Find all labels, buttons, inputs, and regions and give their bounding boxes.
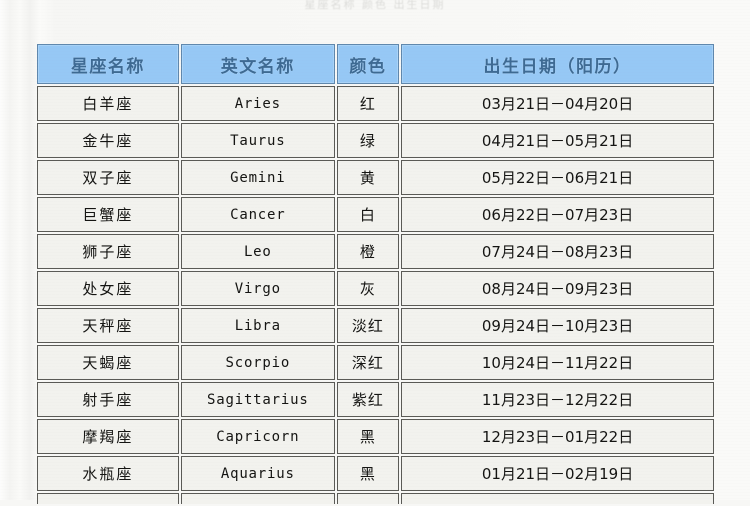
cell-birth-date: 01月21日－02月19日 [401,456,714,491]
cell-color: 灰 [336,271,400,306]
zodiac-table: 星座名称 英文名称 颜色 出生日期（阳历） 白羊座 Aries 红 03月21日… [35,42,716,506]
cell-english-name: Aries [180,86,335,121]
cell-zodiac-name: 天蝎座 [37,345,179,380]
table-body: 白羊座 Aries 红 03月21日－04月20日 金牛座 Taurus 绿 0… [37,86,714,504]
cell-color: 红 [336,86,400,121]
cell-color [336,493,400,504]
table-row: 水瓶座 Aquarius 黑 01月21日－02月19日 [37,456,714,491]
table-row: 白羊座 Aries 红 03月21日－04月20日 [37,86,714,121]
cell-english-name: Cancer [180,197,335,232]
cell-birth-date: 11月23日－12月22日 [401,382,714,417]
cell-zodiac-name: 水瓶座 [37,456,179,491]
cell-birth-date: 05月22日－06月21日 [401,160,714,195]
cell-zodiac-name: 狮子座 [37,234,179,269]
table-row: 狮子座 Leo 橙 07月24日－08月23日 [37,234,714,269]
cell-birth-date: 08月24日－09月23日 [401,271,714,306]
table-row: 射手座 Sagittarius 紫红 11月23日－12月22日 [37,382,714,417]
cell-zodiac-name: 巨蟹座 [37,197,179,232]
zodiac-table-container: 星座名称 英文名称 颜色 出生日期（阳历） 白羊座 Aries 红 03月21日… [35,42,716,506]
cropped-top-text-artifact: 星座名称 颜色 出生日期 [304,0,446,10]
table-row-cut-off [37,493,714,504]
cell-color: 黑 [336,456,400,491]
cell-birth-date: 06月22日－07月23日 [401,197,714,232]
cell-color: 橙 [336,234,400,269]
cell-color: 黄 [336,160,400,195]
cell-english-name: Sagittarius [180,382,335,417]
cell-english-name [180,493,335,504]
table-row: 巨蟹座 Cancer 白 06月22日－07月23日 [37,197,714,232]
table-row: 天蝎座 Scorpio 深红 10月24日－11月22日 [37,345,714,380]
cell-color: 淡红 [336,308,400,343]
cell-zodiac-name [37,493,179,504]
cell-birth-date: 03月21日－04月20日 [401,86,714,121]
table-row: 处女座 Virgo 灰 08月24日－09月23日 [37,271,714,306]
cell-birth-date [401,493,714,504]
column-header-english-name: 英文名称 [180,44,335,84]
cell-zodiac-name: 处女座 [37,271,179,306]
cell-english-name: Aquarius [180,456,335,491]
cell-zodiac-name: 摩羯座 [37,419,179,454]
cell-english-name: Capricorn [180,419,335,454]
table-row: 天秤座 Libra 淡红 09月24日－10月23日 [37,308,714,343]
cell-color: 深红 [336,345,400,380]
column-header-birth-date: 出生日期（阳历） [401,44,714,84]
cell-zodiac-name: 金牛座 [37,123,179,158]
cell-zodiac-name: 射手座 [37,382,179,417]
cell-color: 黑 [336,419,400,454]
cell-color: 紫红 [336,382,400,417]
cell-english-name: Taurus [180,123,335,158]
cell-birth-date: 10月24日－11月22日 [401,345,714,380]
column-header-color: 颜色 [336,44,400,84]
cell-zodiac-name: 双子座 [37,160,179,195]
cell-english-name: Scorpio [180,345,335,380]
cell-zodiac-name: 天秤座 [37,308,179,343]
table-header: 星座名称 英文名称 颜色 出生日期（阳历） [37,44,714,84]
cell-zodiac-name: 白羊座 [37,86,179,121]
table-row: 双子座 Gemini 黄 05月22日－06月21日 [37,160,714,195]
cell-color: 绿 [336,123,400,158]
table-row: 金牛座 Taurus 绿 04月21日－05月21日 [37,123,714,158]
cell-english-name: Libra [180,308,335,343]
table-header-row: 星座名称 英文名称 颜色 出生日期（阳历） [37,44,714,84]
column-header-zodiac-name: 星座名称 [37,44,179,84]
cell-birth-date: 12月23日－01月22日 [401,419,714,454]
cell-english-name: Virgo [180,271,335,306]
cell-color: 白 [336,197,400,232]
cell-birth-date: 04月21日－05月21日 [401,123,714,158]
table-row: 摩羯座 Capricorn 黑 12月23日－01月22日 [37,419,714,454]
cell-birth-date: 09月24日－10月23日 [401,308,714,343]
cell-english-name: Leo [180,234,335,269]
cell-english-name: Gemini [180,160,335,195]
cell-birth-date: 07月24日－08月23日 [401,234,714,269]
